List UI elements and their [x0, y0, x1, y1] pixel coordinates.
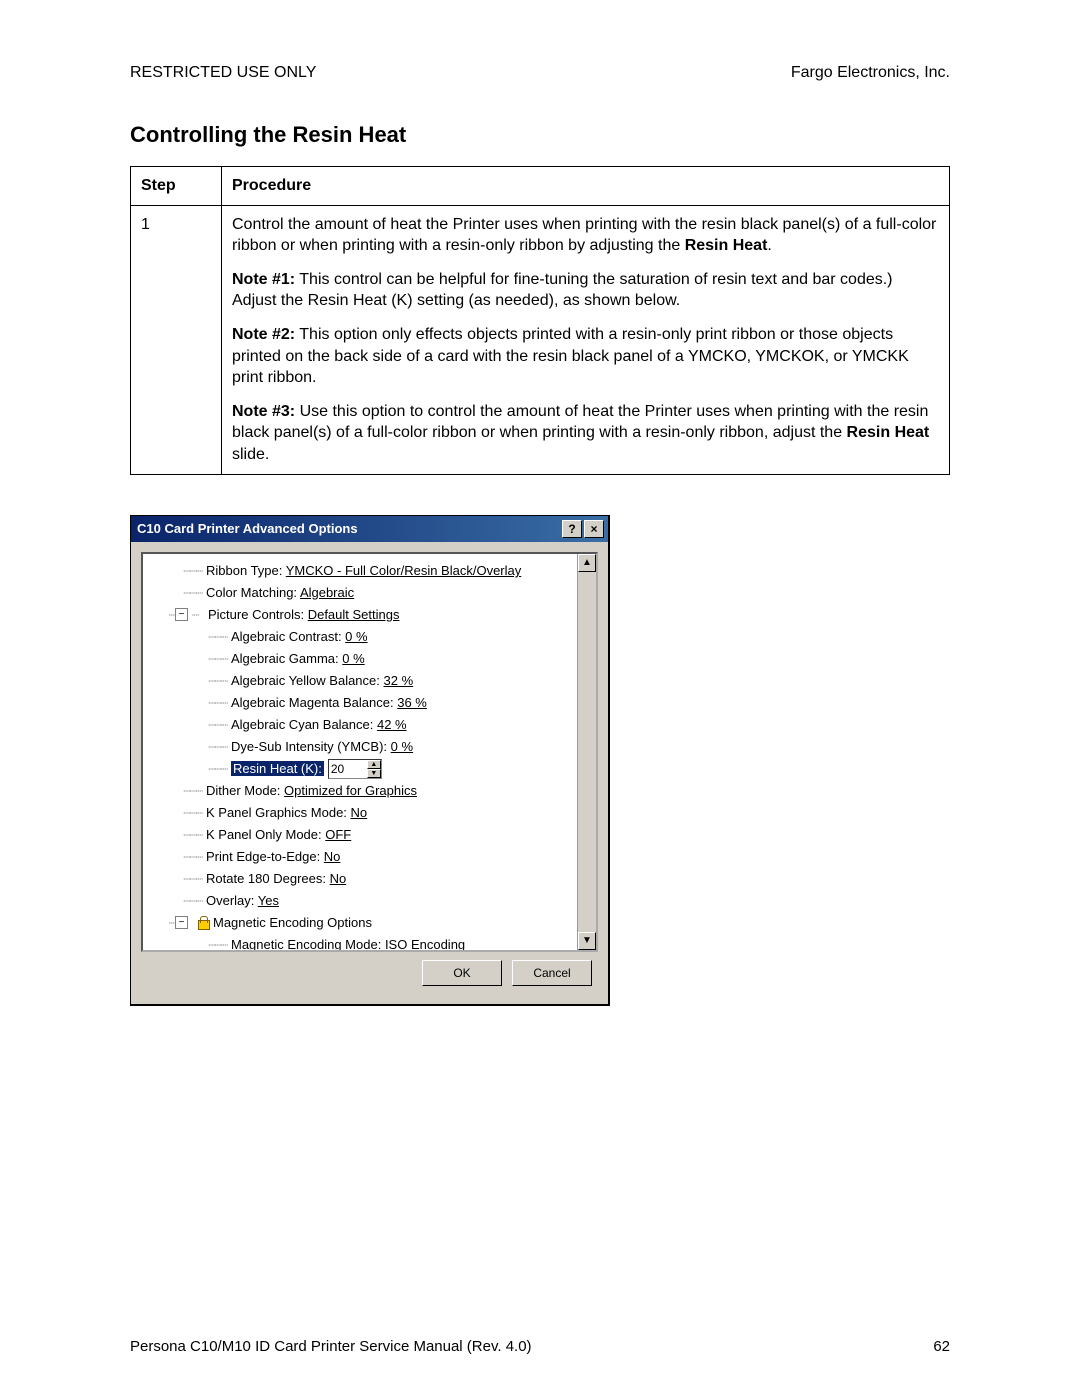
header-right: Fargo Electronics, Inc.: [791, 64, 950, 82]
close-icon: ×: [590, 522, 597, 536]
tree-item-edge-to-edge[interactable]: ┈┈┈Print Edge-to-Edge: No: [147, 846, 596, 868]
section-title: Controlling the Resin Heat: [130, 122, 950, 148]
options-tree[interactable]: ▲ ▼ ┈┈┈Ribbon Type: YMCKO - Full Color/R…: [141, 552, 598, 952]
lock-icon: [196, 916, 210, 930]
tree-item-resin-heat[interactable]: ┈┈┈ Resin Heat (K): ▲ ▼: [147, 758, 596, 780]
tree-item-dyesub[interactable]: ┈┈┈Dye-Sub Intensity (YMCB): 0 %: [147, 736, 596, 758]
cancel-button[interactable]: Cancel: [512, 960, 592, 986]
advanced-options-dialog: C10 Card Printer Advanced Options ? × ▲ …: [130, 515, 610, 1006]
tree-item-kpanel-graphics[interactable]: ┈┈┈K Panel Graphics Mode: No: [147, 802, 596, 824]
spin-up-button[interactable]: ▲: [367, 760, 381, 769]
tree-item-rotate[interactable]: ┈┈┈Rotate 180 Degrees: No: [147, 868, 596, 890]
tree-item-alg-cyan[interactable]: ┈┈┈Algebraic Cyan Balance: 42 %: [147, 714, 596, 736]
tree-item-ribbon-type[interactable]: ┈┈┈Ribbon Type: YMCKO - Full Color/Resin…: [147, 560, 596, 582]
tree-item-overlay[interactable]: ┈┈┈Overlay: Yes: [147, 890, 596, 912]
tree-item-alg-magenta[interactable]: ┈┈┈Algebraic Magenta Balance: 36 %: [147, 692, 596, 714]
page-header: RESTRICTED USE ONLY Fargo Electronics, I…: [130, 64, 950, 82]
tree-item-magnetic-options[interactable]: ┈− Magnetic Encoding Options: [147, 912, 596, 934]
procedure-note-2: Note #2: This option only effects object…: [232, 324, 939, 389]
help-button[interactable]: ?: [562, 520, 582, 538]
tree-item-dither[interactable]: ┈┈┈Dither Mode: Optimized for Graphics: [147, 780, 596, 802]
tree-item-magnetic-mode[interactable]: ┈┈┈Magnetic Encoding Mode: ISO Encoding: [147, 934, 596, 952]
step-number: 1: [131, 205, 222, 474]
tree-item-alg-gamma[interactable]: ┈┈┈Algebraic Gamma: 0 %: [147, 648, 596, 670]
collapse-icon[interactable]: −: [175, 916, 188, 929]
tree-item-picture-controls[interactable]: ┈−┈Picture Controls: Default Settings: [147, 604, 596, 626]
page-footer: Persona C10/M10 ID Card Printer Service …: [130, 1338, 950, 1355]
col-step-header: Step: [131, 167, 222, 206]
tree-item-alg-contrast[interactable]: ┈┈┈Algebraic Contrast: 0 %: [147, 626, 596, 648]
close-button[interactable]: ×: [584, 520, 604, 538]
dialog-titlebar[interactable]: C10 Card Printer Advanced Options ? ×: [131, 516, 608, 542]
procedure-para-1: Control the amount of heat the Printer u…: [232, 214, 939, 257]
procedure-table: Step Procedure 1 Control the amount of h…: [130, 166, 950, 475]
tree-item-alg-yellow[interactable]: ┈┈┈Algebraic Yellow Balance: 32 %: [147, 670, 596, 692]
caret-up-icon: ▲: [370, 761, 377, 768]
procedure-cell: Control the amount of heat the Printer u…: [222, 205, 950, 474]
resin-heat-spinbox[interactable]: ▲ ▼: [328, 759, 382, 779]
dialog-title: C10 Card Printer Advanced Options: [137, 521, 358, 536]
resin-heat-input[interactable]: [329, 762, 367, 776]
header-left: RESTRICTED USE ONLY: [130, 64, 316, 82]
selected-label: Resin Heat (K):: [231, 761, 324, 776]
col-procedure-header: Procedure: [222, 167, 950, 206]
ok-button[interactable]: OK: [422, 960, 502, 986]
tree-item-kpanel-only[interactable]: ┈┈┈K Panel Only Mode: OFF: [147, 824, 596, 846]
spin-down-button[interactable]: ▼: [367, 769, 381, 778]
footer-page-number: 62: [933, 1338, 950, 1355]
procedure-note-1: Note #1: This control can be helpful for…: [232, 269, 939, 312]
procedure-note-3: Note #3: Use this option to control the …: [232, 401, 939, 466]
tree-item-color-matching[interactable]: ┈┈┈Color Matching: Algebraic: [147, 582, 596, 604]
caret-down-icon: ▼: [370, 770, 377, 777]
document-page: RESTRICTED USE ONLY Fargo Electronics, I…: [0, 0, 1080, 1397]
footer-manual-name: Persona C10/M10 ID Card Printer Service …: [130, 1338, 532, 1355]
collapse-icon[interactable]: −: [175, 608, 188, 621]
help-icon: ?: [568, 522, 575, 536]
